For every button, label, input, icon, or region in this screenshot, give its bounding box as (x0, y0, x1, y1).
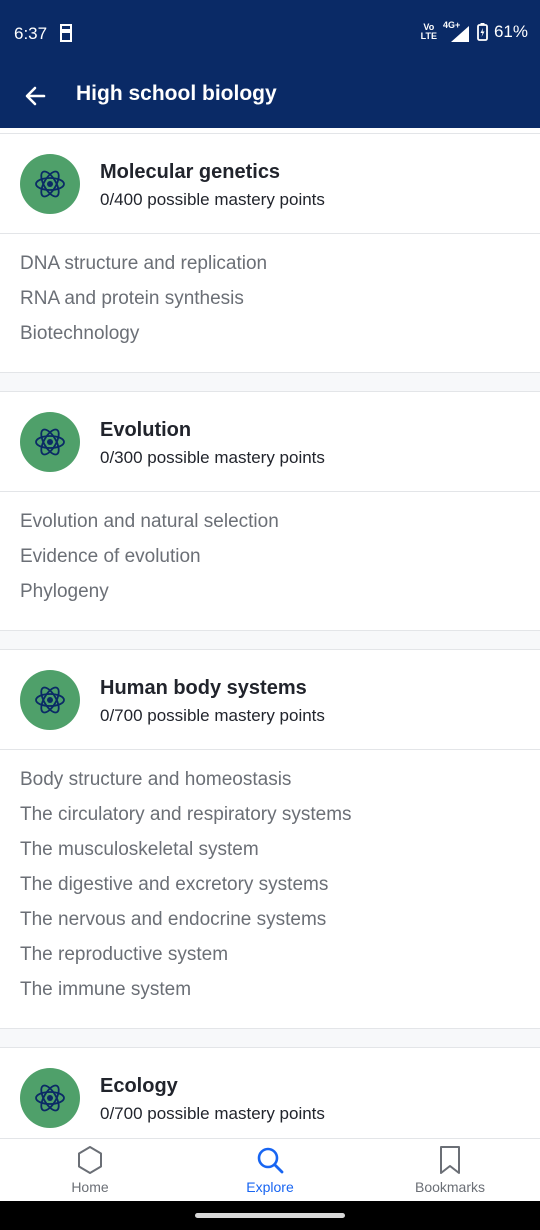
lesson-link[interactable]: The nervous and endocrine systems (20, 909, 520, 944)
unit-header[interactable]: Evolution 0/300 possible mastery points (0, 392, 540, 492)
network-label: Vo LTE (420, 22, 437, 41)
status-bar: 6:37 Vo LTE 4G+ 61% (0, 0, 540, 66)
lesson-link[interactable]: The digestive and excretory systems (20, 874, 520, 909)
atom-icon (20, 154, 80, 214)
unit-card: Molecular genetics 0/400 possible master… (0, 134, 540, 373)
unit-mastery-points: 0/300 possible mastery points (100, 448, 325, 467)
search-icon (257, 1147, 284, 1174)
unit-mastery-points: 0/400 possible mastery points (100, 190, 325, 209)
signal-icon: 4G+ (443, 21, 471, 43)
lesson-link[interactable]: DNA structure and replication (20, 253, 520, 288)
unit-header[interactable]: Molecular genetics 0/400 possible master… (0, 134, 540, 234)
lesson-link[interactable]: Biotechnology (20, 323, 520, 358)
lesson-list: Body structure and homeostasis The circu… (0, 750, 540, 1028)
app-bar: High school biology (0, 66, 540, 128)
unit-list[interactable]: Molecular genetics 0/400 possible master… (0, 128, 540, 1138)
nav-bookmarks-label: Bookmarks (414, 1179, 486, 1195)
lesson-list: DNA structure and replication RNA and pr… (0, 234, 540, 372)
system-navigation-bar (0, 1201, 540, 1230)
unit-title: Human body systems (100, 677, 307, 699)
unit-title: Ecology (100, 1075, 178, 1097)
lesson-link[interactable]: RNA and protein synthesis (20, 288, 520, 323)
nav-bookmarks[interactable]: Bookmarks (360, 1139, 540, 1202)
unit-title: Evolution (100, 419, 192, 441)
lesson-link[interactable]: Body structure and homeostasis (20, 769, 520, 804)
unit-mastery-points: 0/700 possible mastery points (100, 1104, 325, 1123)
unit-header[interactable]: Human body systems 0/700 possible master… (0, 650, 540, 750)
unit-card: Ecology 0/700 possible mastery points (0, 1047, 540, 1138)
unit-mastery-points: 0/700 possible mastery points (100, 706, 325, 725)
lesson-link[interactable]: Evolution and natural selection (20, 511, 520, 546)
atom-icon (20, 670, 80, 730)
gesture-handle[interactable] (195, 1213, 345, 1218)
unit-header[interactable]: Ecology 0/700 possible mastery points (0, 1048, 540, 1138)
lesson-link[interactable]: Evidence of evolution (20, 546, 520, 581)
lesson-list: Evolution and natural selection Evidence… (0, 492, 540, 630)
bookmark-icon (440, 1146, 460, 1174)
status-time: 6:37 (14, 24, 48, 43)
unit-card: Evolution 0/300 possible mastery points … (0, 391, 540, 631)
bottom-navigation: Home Explore Bookmarks (0, 1138, 540, 1201)
unit-title: Molecular genetics (100, 161, 281, 183)
battery-percent: 61% (493, 22, 528, 41)
page-title: High school biology (76, 82, 277, 105)
unit-card: Human body systems 0/700 possible master… (0, 649, 540, 1029)
atom-icon (20, 1068, 80, 1128)
nav-home[interactable]: Home (0, 1139, 180, 1202)
app-header: 6:37 Vo LTE 4G+ 61% High school biology (0, 0, 540, 128)
nav-explore-label: Explore (246, 1179, 294, 1195)
nav-home-label: Home (71, 1179, 109, 1195)
nav-explore[interactable]: Explore (180, 1139, 360, 1202)
home-hexagon-icon (78, 1146, 102, 1174)
battery-icon (477, 23, 488, 41)
back-arrow-icon[interactable] (20, 80, 52, 112)
atom-icon (20, 412, 80, 472)
lesson-link[interactable]: The circulatory and respiratory systems (20, 804, 520, 839)
data-saver-icon (60, 24, 72, 42)
lesson-link[interactable]: The immune system (20, 979, 520, 1014)
lesson-link[interactable]: Phylogeny (20, 581, 520, 616)
lesson-link[interactable]: The musculoskeletal system (20, 839, 520, 874)
lesson-link[interactable]: The reproductive system (20, 944, 520, 979)
